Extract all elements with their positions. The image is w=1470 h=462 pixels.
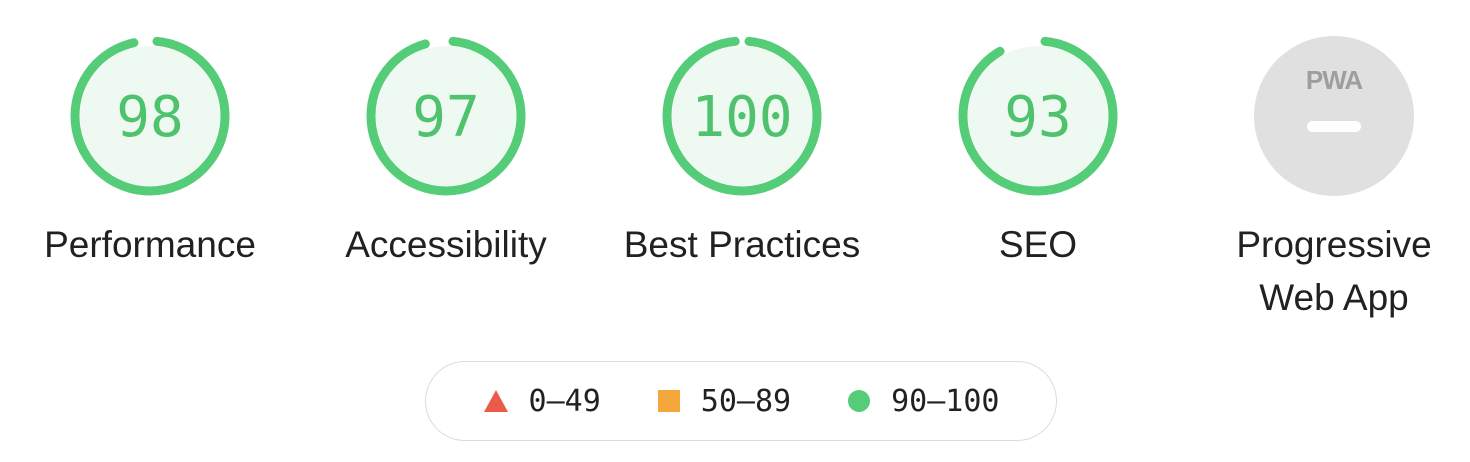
legend-item-pass: 90–100 (847, 384, 999, 419)
gauge-score: 98 (116, 85, 183, 150)
gauge-seo[interactable]: 93 SEO (898, 34, 1178, 271)
gauge-performance[interactable]: 98 Performance (10, 34, 290, 271)
triangle-icon (483, 390, 508, 412)
circle-icon (848, 390, 871, 412)
score-legend: 0–49 50–89 90–100 (425, 361, 1057, 441)
legend-item-fail: 0–49 (483, 384, 601, 419)
gauge-label: Accessibility (345, 224, 547, 265)
gauge-score: 100 (691, 85, 792, 150)
pwa-label-line-2: Web App (1259, 277, 1409, 318)
gauge-ring: 98 (70, 36, 230, 196)
gauge-best-practices[interactable]: 100 Best Practices (602, 34, 882, 271)
gauge-label: Best Practices (623, 224, 861, 265)
gauge-ring: 93 (958, 36, 1118, 196)
gauge-ring: 97 (366, 36, 526, 196)
score-gauges: 98 Performance 97 Accessibility 100 Best… (0, 0, 1470, 340)
gauge-pwa[interactable]: PWA Progressive Web App (1194, 34, 1470, 324)
legend-range: 50–89 (700, 383, 792, 419)
square-icon (657, 390, 680, 412)
gauge-ring: 100 (662, 36, 822, 196)
gauge-label: SEO (998, 224, 1078, 265)
gauge-score: 97 (412, 85, 479, 150)
gauge-score: 93 (1004, 85, 1071, 150)
pwa-badge-text: PWA (1306, 65, 1363, 95)
gauge-accessibility[interactable]: 97 Accessibility (306, 34, 586, 271)
gauge-label: Performance (44, 224, 256, 265)
pwa-label-line-1: Progressive (1236, 224, 1432, 265)
pwa-badge-icon: PWA (1254, 36, 1414, 196)
legend-item-average: 50–89 (657, 384, 791, 419)
legend-range: 0–49 (528, 383, 601, 419)
legend-range: 90–100 (891, 383, 1000, 419)
gauge-label: Progressive Web App (1194, 218, 1470, 324)
